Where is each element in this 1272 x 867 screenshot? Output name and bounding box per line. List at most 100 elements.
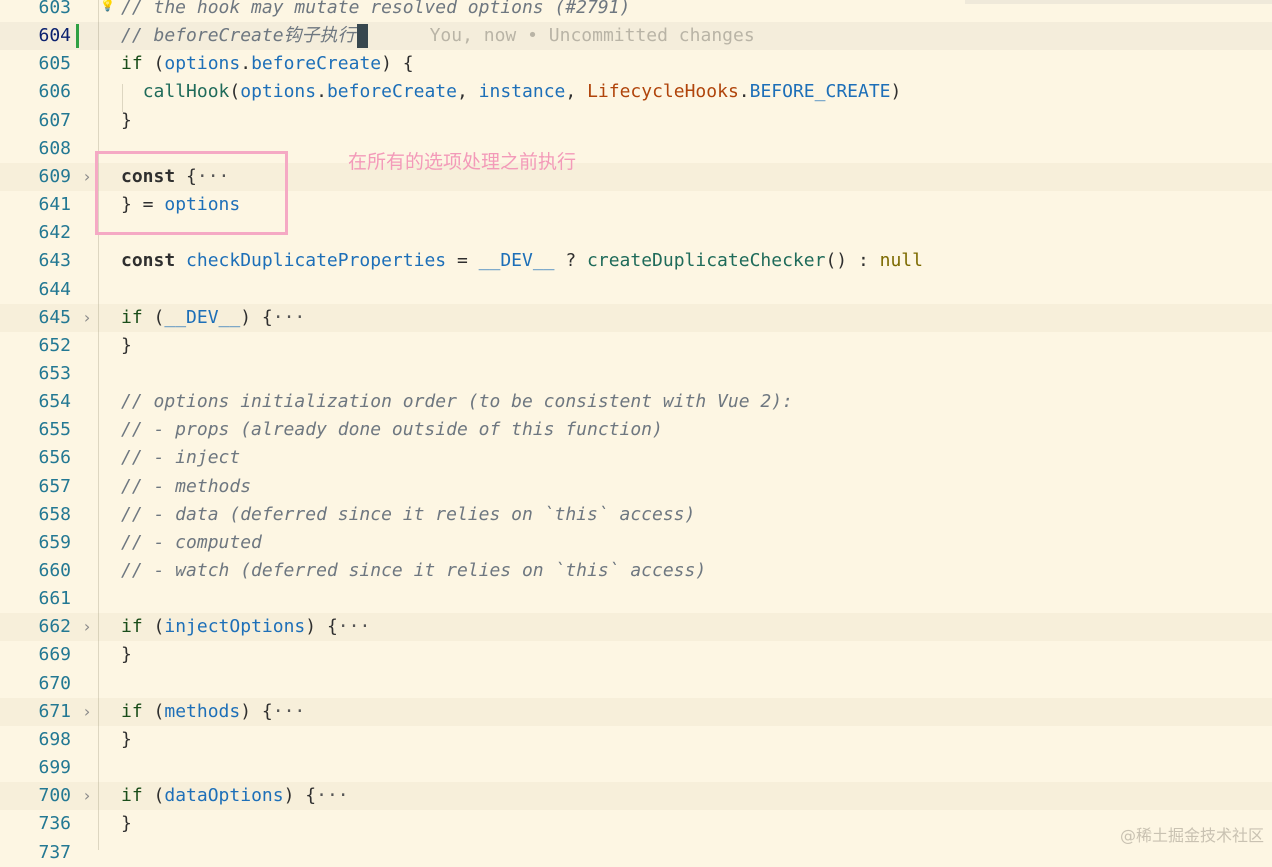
code-token: ) {: [240, 700, 273, 722]
code-line[interactable]: 660 // - watch (deferred since it relies …: [0, 557, 1272, 585]
code-token: ···: [316, 785, 349, 807]
code-line[interactable]: 643 const checkDuplicateProperties = __DE…: [0, 247, 1272, 275]
code-token: (: [142, 306, 165, 328]
code-text: }: [121, 107, 132, 135]
code-token: LifecycleHooks: [587, 81, 739, 103]
line-number: 661: [38, 588, 71, 610]
line-number: 655: [38, 419, 71, 441]
line-number: 605: [38, 53, 71, 75]
code-line[interactable]: 652}: [0, 332, 1272, 360]
code-token: // beforeCreate钩子执行: [121, 25, 356, 47]
code-token: }: [121, 728, 132, 750]
line-number: 645: [38, 306, 71, 328]
code-token: ) {: [305, 616, 338, 638]
code-line[interactable]: 671 › if (methods) {···: [0, 697, 1272, 726]
code-token: // - data (deferred since it relies on `…: [121, 503, 696, 525]
code-token: // - inject: [121, 447, 241, 469]
code-line[interactable]: 645 › if (__DEV__) {···: [0, 303, 1272, 332]
code-text: if (dataOptions) {···: [121, 782, 349, 810]
chevron-right-icon[interactable]: ›: [80, 782, 94, 810]
code-line[interactable]: 662 › if (injectOptions) {···: [0, 613, 1272, 642]
code-line[interactable]: 604 // beforeCreate钩子执行 You, now • Uncommi…: [0, 22, 1272, 50]
code-token: if: [121, 616, 143, 638]
code-token: ) {: [381, 53, 414, 75]
line-number: 652: [38, 334, 71, 356]
code-token: null: [879, 250, 923, 272]
code-token: instance: [478, 81, 566, 103]
line-number: 656: [38, 447, 71, 469]
line-number: 700: [38, 785, 71, 807]
code-line[interactable]: 700 › if (dataOptions) {···: [0, 782, 1272, 811]
code-line[interactable]: 644: [0, 276, 1272, 304]
code-line[interactable]: 659 // - computed: [0, 529, 1272, 557]
code-token: // options initialization order (to be c…: [121, 391, 793, 413]
code-text: // - methods: [121, 473, 251, 501]
code-token: (: [142, 700, 165, 722]
code-token: () :: [825, 250, 880, 272]
code-text: if (options.beforeCreate) {: [121, 50, 414, 78]
line-number: 654: [38, 391, 71, 413]
code-line[interactable]: 655 // - props (already done outside of t…: [0, 416, 1272, 444]
code-token: ,: [456, 81, 479, 103]
code-text: }: [121, 332, 132, 360]
code-token: ) {: [240, 306, 273, 328]
watermark: @稀土掘金技术社区: [1119, 826, 1264, 845]
code-line[interactable]: 603 // the hook may mutate resolved optio…: [0, 0, 1272, 22]
code-token: beforeCreate: [326, 81, 457, 103]
chevron-right-icon[interactable]: ›: [80, 304, 94, 332]
code-text: callHook(options.beforeCreate, instance,…: [121, 78, 902, 106]
line-number: 658: [38, 503, 71, 525]
code-line[interactable]: 698}: [0, 726, 1272, 754]
line-number: 641: [38, 194, 71, 216]
code-token: beforeCreate: [251, 53, 382, 75]
line-number: 671: [38, 700, 71, 722]
chevron-right-icon[interactable]: ›: [80, 698, 94, 726]
code-token: createDuplicateChecker: [587, 250, 826, 272]
code-line[interactable]: 607}: [0, 107, 1272, 135]
line-number: 606: [38, 81, 71, 103]
code-token: BEFORE_CREATE: [749, 81, 891, 103]
code-token: ···: [272, 306, 306, 328]
code-line[interactable]: 605 if (options.beforeCreate) {: [0, 50, 1272, 78]
code-text: // - props (already done outside of this…: [121, 416, 663, 444]
text-cursor: [356, 24, 368, 49]
code-text: }: [121, 726, 132, 754]
git-modified-marker: [76, 24, 79, 48]
code-line[interactable]: 656 // - inject: [0, 444, 1272, 472]
chevron-right-icon[interactable]: ›: [80, 613, 94, 641]
code-line[interactable]: 654 // options initialization order (to b…: [0, 388, 1272, 416]
code-text: if (methods) {···: [121, 698, 305, 726]
code-text: // - inject: [121, 444, 240, 472]
code-token: // - watch (deferred since it relies on …: [121, 560, 707, 581]
code-line[interactable]: 737: [0, 839, 1272, 867]
code-token: injectOptions: [164, 616, 306, 638]
lightbulb-icon[interactable]: 💡: [100, 0, 115, 12]
code-line[interactable]: 661: [0, 585, 1272, 613]
line-number: 660: [38, 560, 71, 581]
code-line[interactable]: 669}: [0, 641, 1272, 669]
code-text: // - computed: [121, 529, 262, 557]
chevron-right-icon[interactable]: ›: [80, 163, 94, 191]
code-line[interactable]: 699: [0, 754, 1272, 782]
line-number: 608: [38, 137, 71, 159]
line-number: 604: [38, 25, 71, 47]
code-text: }: [121, 810, 132, 838]
line-number: 642: [38, 222, 71, 244]
code-text: }: [121, 641, 132, 669]
code-token: if: [121, 700, 143, 722]
line-number: 659: [38, 531, 71, 553]
code-line[interactable]: 658 // - data (deferred since it relies o…: [0, 501, 1272, 529]
line-number: 662: [38, 616, 71, 638]
code-line[interactable]: 606 callHook(options.beforeCreate, insta…: [0, 78, 1272, 106]
code-line[interactable]: 670: [0, 670, 1272, 698]
code-line[interactable]: 653: [0, 360, 1272, 388]
code-line[interactable]: 657 // - methods: [0, 473, 1272, 501]
code-token: // - methods: [121, 475, 252, 497]
code-token: ,: [565, 81, 588, 103]
code-token: ···: [272, 700, 306, 722]
code-line[interactable]: 736}: [0, 810, 1272, 838]
line-number: 644: [38, 278, 71, 300]
code-token: .: [316, 81, 327, 103]
line-number: 736: [38, 813, 71, 835]
code-editor[interactable]: 603 // the hook may mutate resolved optio…: [0, 0, 1272, 863]
